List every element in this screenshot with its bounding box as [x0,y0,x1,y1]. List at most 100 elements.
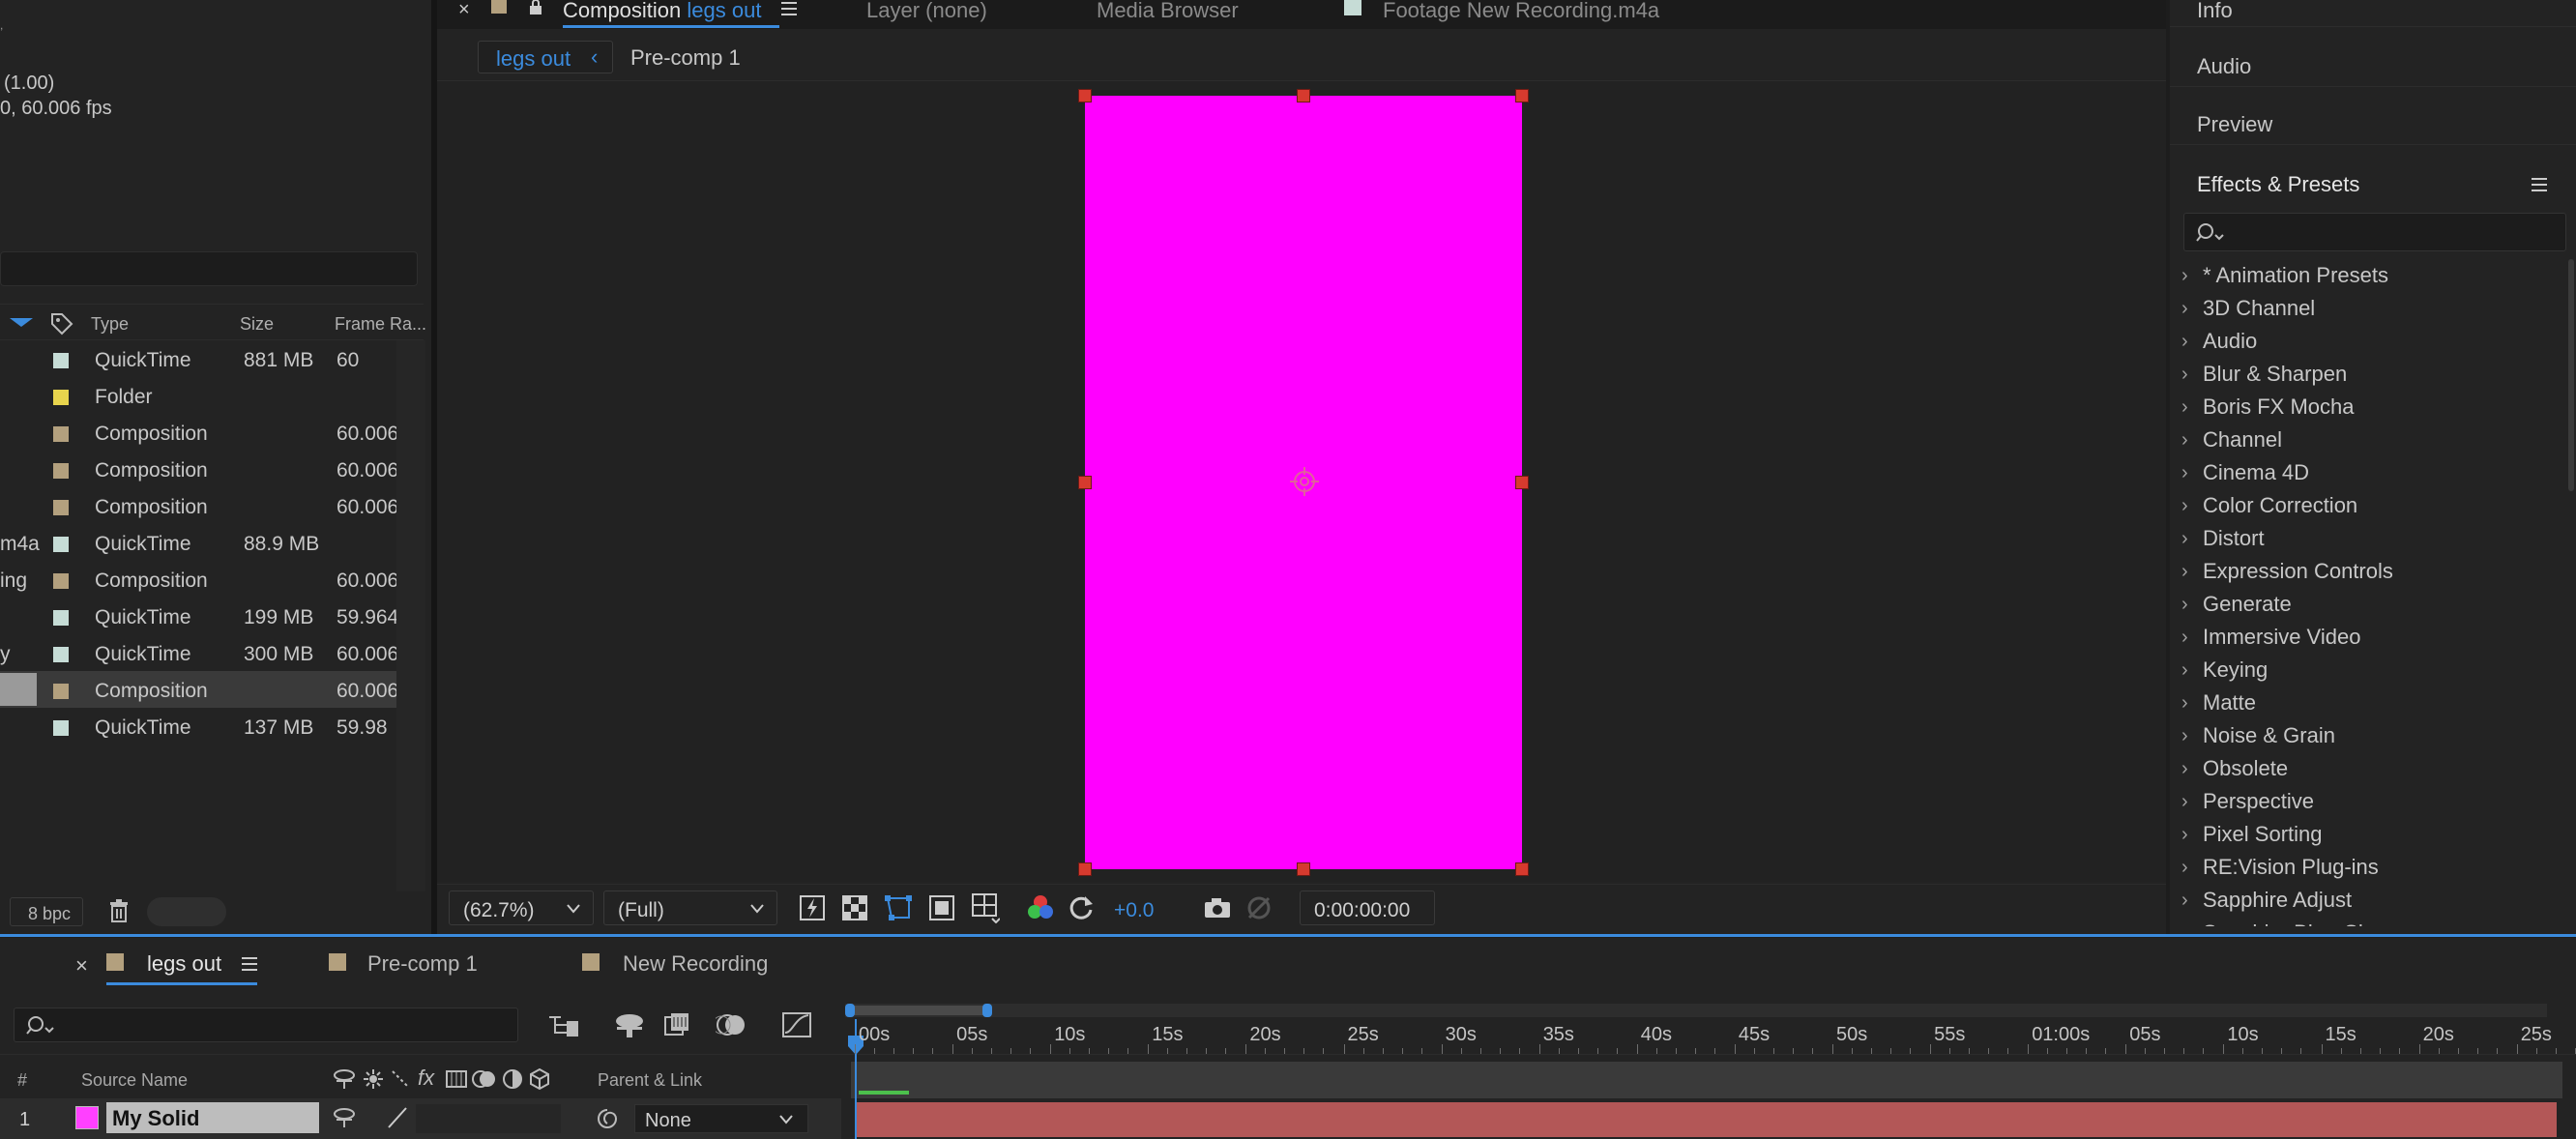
effects-category[interactable]: › Distort [2181,522,2265,555]
effects-category[interactable]: › Sapphire Adjust [2181,884,2352,917]
zoom-dropdown[interactable]: (62.7%) [449,891,594,925]
col-type-header[interactable]: Type [91,315,129,333]
camera-snapshot-icon[interactable] [1203,896,1232,920]
quality-toggle-icon[interactable] [385,1106,408,1129]
col-source-name[interactable]: Source Name [81,1071,188,1089]
transform-handle[interactable] [1515,476,1529,489]
effects-category[interactable]: › Perspective [2181,785,2314,818]
motion-blur-icon[interactable] [716,1011,746,1038]
panel-menu-icon[interactable] [779,0,799,17]
label-color-swatch[interactable] [53,500,69,515]
tab-composition[interactable]: Composition legs out [563,0,761,21]
shy-switch-icon[interactable] [333,1067,356,1091]
transparency-grid-icon[interactable] [841,894,868,921]
3d-layer-switch-icon[interactable] [528,1067,551,1091]
effects-category[interactable]: › Immersive Video [2181,621,2360,654]
timeline-tab-precomp[interactable]: Pre-comp 1 [367,953,478,975]
col-size-header[interactable]: Size [240,315,274,333]
effects-category[interactable]: › Boris FX Mocha [2181,391,2355,423]
effects-category[interactable]: › Blur & Sharpen [2181,358,2347,391]
project-item-name-field[interactable] [0,673,37,706]
frame-blend-switch-icon[interactable] [445,1067,468,1091]
project-item-row[interactable]: m4a QuickTime 88.9 MB [0,524,396,561]
label-color-swatch[interactable] [53,647,69,662]
project-scrollbar[interactable] [396,340,425,891]
close-tab-icon[interactable]: × [75,955,88,977]
effects-category[interactable]: › Sapphire Blur+Sharpen [2181,917,2424,926]
effects-scrollbar[interactable] [2568,259,2574,491]
effects-category[interactable]: › Noise & Grain [2181,719,2335,752]
audio-panel-header[interactable]: Audio [2170,48,2576,87]
shy-toggle-icon[interactable] [333,1106,356,1129]
tab-media-browser[interactable]: Media Browser [1097,0,1239,21]
transform-handle[interactable] [1297,89,1310,102]
fx-switch-icon[interactable]: fx [418,1067,434,1089]
time-ruler[interactable] [845,1019,2576,1054]
timecode-field[interactable]: 0:00:00:00 [1300,891,1435,925]
timeline-tab-legs-out[interactable]: legs out [147,953,221,975]
label-color-swatch[interactable] [53,720,69,736]
label-color-swatch[interactable] [53,463,69,479]
motion-blur-switch-icon[interactable] [472,1067,497,1091]
effects-category[interactable]: › * Animation Presets [2181,259,2388,292]
comp-mini-flowchart-icon[interactable] [547,1011,580,1038]
color-channels-icon[interactable] [1027,894,1054,921]
switch-slots[interactable] [416,1104,561,1133]
effects-category[interactable]: › Obsolete [2181,752,2288,785]
transform-handle[interactable] [1078,89,1092,102]
bpc-button[interactable]: 8 bpc [10,897,83,926]
anchor-point-icon[interactable] [1288,465,1321,498]
breadcrumb-precomp[interactable]: Pre-comp 1 [630,47,741,69]
resolution-dropdown[interactable]: (Full) [603,891,777,925]
info-panel-header[interactable]: Info [2170,0,2576,27]
effects-search-input[interactable] [2183,213,2566,251]
project-item-row[interactable]: Folder [0,377,396,414]
breadcrumb-current[interactable]: legs out ‹ [478,41,613,73]
work-area-start-handle[interactable] [845,1004,855,1017]
work-area-range[interactable] [851,1006,986,1015]
pickwhip-icon[interactable] [594,1106,621,1131]
layer-name-field[interactable]: My Solid [106,1102,319,1133]
timeline-search-input[interactable] [14,1008,518,1042]
viewer-canvas[interactable] [437,81,2166,882]
effects-category[interactable]: › Generate [2181,588,2292,621]
work-area-end-handle[interactable] [982,1004,992,1017]
project-item-row[interactable]: QuickTime 199 MB 59.964 [0,598,396,634]
preview-panel-header[interactable]: Preview [2170,106,2576,145]
label-color-swatch[interactable] [53,537,69,552]
panel-menu-icon[interactable] [2530,176,2549,193]
transform-handle[interactable] [1078,476,1092,489]
project-item-row[interactable]: Composition 60.006 [0,414,396,451]
layer-row[interactable]: 1 My Solid None [0,1098,841,1139]
effects-category[interactable]: › Audio [2181,325,2257,358]
quality-switch-icon[interactable] [389,1067,412,1091]
transform-handle[interactable] [1078,862,1092,876]
graph-editor-icon[interactable] [781,1011,812,1038]
parent-dropdown[interactable]: None [634,1104,808,1133]
effects-category[interactable]: › Color Correction [2181,489,2357,522]
label-color-swatch[interactable] [53,684,69,699]
shy-layers-icon[interactable] [613,1011,646,1038]
frame-blending-icon[interactable] [663,1011,694,1038]
project-item-row[interactable]: Composition 60.006 [0,451,396,487]
work-area-bar[interactable] [845,1004,2547,1017]
effects-category[interactable]: › Cinema 4D [2181,456,2309,489]
project-item-row[interactable]: Composition 60.006 [0,671,396,708]
timeline-tab-new-recording[interactable]: New Recording [623,953,768,975]
exposure-value[interactable]: +0.0 [1114,900,1154,920]
panel-menu-icon[interactable] [240,955,259,973]
label-color-swatch[interactable] [53,353,69,368]
transform-handle[interactable] [1297,862,1310,876]
collapse-switch-icon[interactable] [362,1067,385,1091]
show-snapshot-icon[interactable] [1245,894,1273,921]
col-framerate-header[interactable]: Frame Ra... [335,315,426,333]
layer-color-swatch[interactable] [75,1106,99,1129]
grid-guides-icon[interactable] [971,892,1000,923]
adjustment-layer-switch-icon[interactable] [501,1067,524,1091]
close-tab-icon[interactable]: × [458,0,470,19]
effects-category[interactable]: › Matte [2181,686,2256,719]
col-parent-link[interactable]: Parent & Link [598,1071,702,1089]
project-item-row[interactable]: y QuickTime 300 MB 60.006 [0,634,396,671]
tab-layer[interactable]: Layer (none) [866,0,987,21]
project-item-row[interactable]: QuickTime 881 MB 60 [0,340,396,377]
